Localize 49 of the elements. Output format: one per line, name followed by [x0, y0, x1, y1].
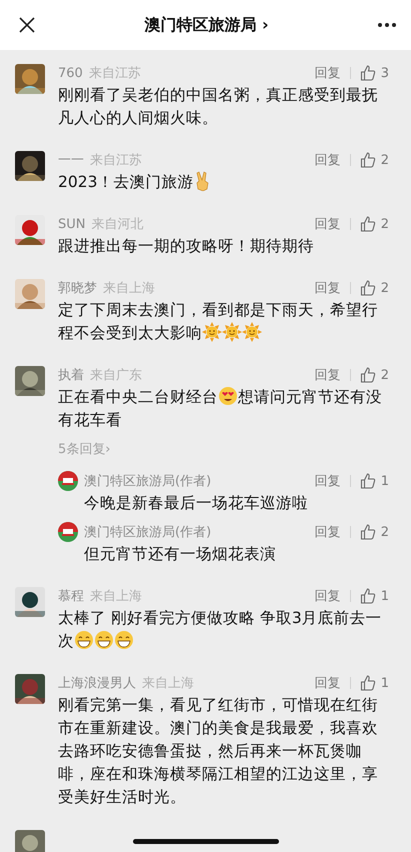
user-name: 760 — [58, 66, 83, 80]
like-count: 2 — [380, 368, 389, 382]
comment-text: 次 — [58, 632, 74, 650]
reply-button[interactable]: 回复 — [314, 279, 341, 297]
user-location: 来自上海 — [103, 280, 155, 297]
reply-button[interactable]: 回复 — [314, 366, 341, 384]
comment-text: 跟进推出每一期的攻略呀！期待期待 — [58, 237, 314, 255]
user-name: SUN — [58, 216, 86, 232]
like-count: 2 — [380, 280, 389, 296]
reply-button[interactable]: 回复 — [314, 472, 341, 490]
user-location: 来自江苏 — [88, 65, 141, 82]
comment-text: 有花车看 — [58, 411, 122, 429]
more-replies-link[interactable]: 5条回复› — [58, 440, 110, 458]
like-count: 2 — [380, 524, 389, 540]
user-name: 执着 — [58, 367, 84, 384]
comment-text: 程不会受到太大影响 — [58, 324, 202, 342]
like-count: 1 — [380, 474, 389, 488]
author-name: 澳门特区旅游局(作者) — [84, 524, 212, 541]
reply-button[interactable]: 回复 — [314, 215, 341, 233]
like-count: 2 — [380, 216, 389, 232]
user-name: 上海浪漫男人 — [58, 675, 136, 692]
comment-text: 定了下周末去澳门，看到都是下雨天，希望行 — [58, 301, 378, 319]
like-count: 3 — [380, 66, 389, 80]
comment-text: 太棒了 刚好看完方便做攻略 争取3月底前去一 — [58, 609, 382, 627]
comment-text: 刚刚看了吴老伯的中国名粥，真正感受到最抚凡人心的人间烟火味。 — [58, 86, 378, 127]
reply-button[interactable]: 回复 — [314, 674, 341, 692]
reply-button[interactable]: 回复 — [314, 587, 341, 605]
reply-text: 今晚是新春最后一场花车巡游啦 — [84, 493, 309, 514]
comment-text: 刚看完第一集，看见了红街市，可惜现在红街市在重新建设。澳门的美食是我最爱，我喜欢去路环吃安德鲁蛋挞，然后再来一杯瓦煲咖啡，座在和珠海横琴隔江相望的江边这里，享受美好生活时光。 — [58, 696, 378, 806]
reply-button[interactable]: 回复 — [314, 151, 341, 169]
like-count: 1 — [380, 676, 389, 690]
user-name: 郭晓梦 — [58, 280, 97, 297]
reply-button[interactable]: 回复 — [314, 64, 341, 82]
user-location: 来自上海 — [142, 675, 194, 692]
like-count: 2 — [380, 152, 389, 168]
reply-text: 但元宵节还有一场烟花表演 — [84, 544, 277, 565]
user-location: 来自江苏 — [90, 152, 142, 169]
comment-text: 正在看中央二台财经台 — [58, 388, 218, 406]
comment-text: 想请问元宵节还有没 — [238, 388, 382, 406]
user-location: 来自河北 — [92, 216, 144, 233]
page-title[interactable]: 澳门特区旅游局 › — [144, 14, 269, 36]
author-name: 澳门特区旅游局(作者) — [84, 473, 212, 490]
user-location: 来自广东 — [90, 367, 142, 384]
user-location: 来自上海 — [90, 588, 142, 605]
user-name: 一一 — [58, 152, 84, 169]
reply-button[interactable]: 回复 — [314, 523, 341, 541]
comment-text: 2023！去澳门旅游 — [58, 173, 194, 191]
like-count: 1 — [380, 588, 389, 604]
user-name: 慕程 — [58, 588, 84, 605]
